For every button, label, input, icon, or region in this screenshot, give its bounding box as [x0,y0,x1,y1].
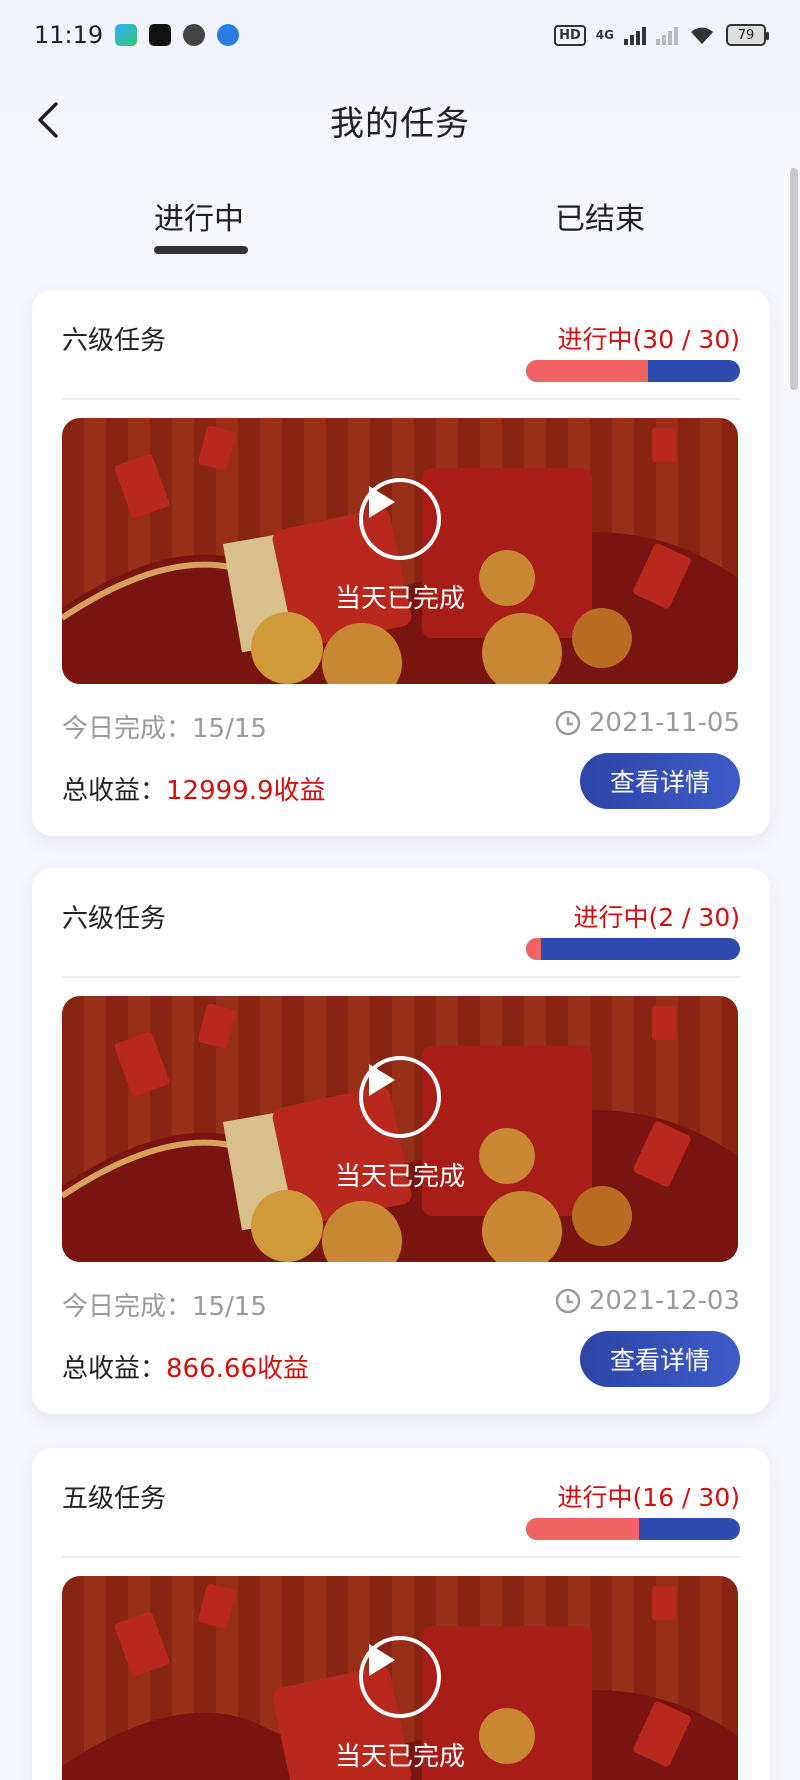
page-title: 我的任务 [330,103,470,144]
card-header: 六级任务 进行中(2 / 30) [62,898,740,968]
status-right: HD 4G 79 [554,24,769,46]
banner-status-text: 当天已完成 [334,584,465,614]
task-progress-bar [526,1518,740,1540]
task-progress-bar [526,938,740,960]
task-card: 五级任务 进行中(16 / 30) 当天已完成 [32,1448,770,1780]
nav-header: 我的任务 [0,70,800,170]
signal-2-icon [656,25,678,45]
date-text: 2021-12-03 [588,1286,740,1316]
card-header: 五级任务 进行中(16 / 30) [62,1478,740,1548]
task-progress-bar [526,360,740,382]
income-value: 866.66收益 [166,1354,309,1384]
network-label: 4G [595,28,614,42]
income-label: 总收益： [62,776,167,806]
banner-status-text: 当天已完成 [334,1162,465,1192]
task-level: 六级任务 [62,326,167,356]
scrollbar[interactable] [790,168,798,390]
progress-fill [526,938,541,960]
income-label: 总收益： [62,1354,167,1384]
task-video-banner[interactable]: 当天已完成 [62,996,738,1262]
wifi-icon [691,27,713,44]
task-level: 五级任务 [62,1484,167,1514]
back-arrow-icon[interactable] [30,98,70,142]
battery-level: 79 [737,27,755,43]
divider [62,398,740,400]
tab-ended[interactable]: 已结束 [555,194,645,238]
play-icon [369,1644,395,1676]
play-button[interactable] [359,1056,441,1138]
progress-fill [526,1518,640,1540]
task-date: 2021-12-03 [555,1286,740,1316]
clock-icon [555,1288,581,1314]
tab-bar: 进行中 已结束 [0,180,800,260]
signal-icon [624,25,646,45]
play-icon [369,1064,395,1096]
task-level: 六级任务 [62,904,167,934]
browser-icon [217,24,240,46]
progress-fill [526,360,648,382]
total-income: 总收益：866.66收益 [62,1348,309,1385]
play-button[interactable] [359,478,441,560]
app-notification-icon [115,24,138,46]
task-status: 进行中(16 / 30) [557,1483,740,1512]
status-left: 11:19 [34,21,240,49]
task-video-banner[interactable]: 当天已完成 [62,1576,738,1780]
active-tab-indicator [154,246,248,254]
tab-in-progress[interactable]: 进行中 [154,194,244,238]
income-value: 12999.9收益 [166,776,326,806]
task-date: 2021-11-05 [555,708,740,738]
message-icon [183,24,206,46]
view-details-button[interactable]: 查看详情 [580,753,740,809]
task-video-banner[interactable]: 当天已完成 [62,418,738,684]
hd-icon: HD [554,24,586,46]
play-icon [369,486,395,518]
task-card: 六级任务 进行中(30 / 30) 当天已完成 今日完成：15/15 2021-… [32,290,770,836]
divider [62,976,740,978]
divider [62,1556,740,1558]
play-button[interactable] [359,1636,441,1718]
clock-icon [555,710,581,736]
date-text: 2021-11-05 [588,708,740,738]
today-completion: 今日完成：15/15 [62,714,267,744]
banner-status-text: 当天已完成 [334,1742,465,1772]
view-details-button[interactable]: 查看详情 [580,1331,740,1387]
task-status: 进行中(30 / 30) [557,325,740,354]
battery-icon: 79 [726,24,769,46]
total-income: 总收益：12999.9收益 [62,770,326,807]
capcut-icon [149,24,172,46]
card-header: 六级任务 进行中(30 / 30) [62,320,740,390]
today-completion: 今日完成：15/15 [62,1292,267,1322]
status-time: 11:19 [34,21,104,49]
status-bar: 11:19 HD 4G 79 [0,0,800,70]
task-card: 六级任务 进行中(2 / 30) 当天已完成 今日完成：15/15 2021-1… [32,868,770,1414]
task-status: 进行中(2 / 30) [573,903,740,932]
